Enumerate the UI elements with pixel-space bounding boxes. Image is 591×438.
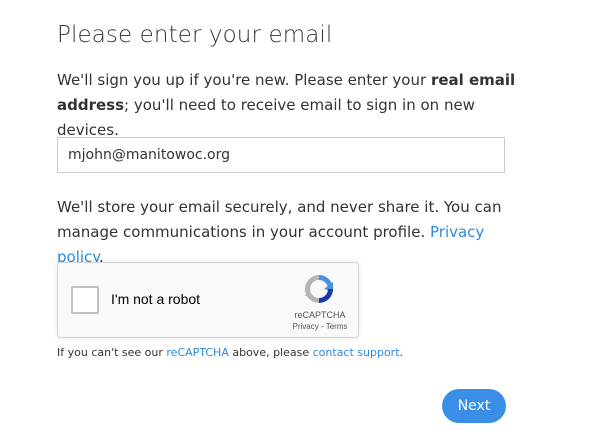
recaptcha-checkbox[interactable] (71, 286, 99, 314)
recaptcha-help-link[interactable]: reCAPTCHA (166, 346, 228, 359)
email-signup-page: Please enter your email We'll sign you u… (0, 0, 591, 438)
next-button[interactable]: Next (442, 389, 506, 423)
recaptcha-links-separator: - (318, 322, 326, 331)
captcha-help-part2: above, please (228, 346, 313, 359)
recaptcha-widget: I'm not a robot reCAPTCHA Privacy - Term… (57, 262, 359, 338)
contact-support-link[interactable]: contact support (313, 346, 400, 359)
captcha-help-text: If you can't see our reCAPTCHA above, pl… (57, 346, 403, 359)
captcha-help-part1: If you can't see our (57, 346, 167, 359)
recaptcha-brand: reCAPTCHA (294, 310, 346, 320)
email-field[interactable] (57, 137, 505, 173)
recaptcha-logo-icon (305, 275, 333, 303)
intro-text-part1: We'll sign you up if you're new. Please … (57, 71, 431, 89)
recaptcha-privacy-link[interactable]: Privacy (293, 322, 319, 331)
storage-notice: We'll store your email securely, and nev… (57, 195, 517, 270)
recaptcha-terms-link[interactable]: Terms (326, 322, 348, 331)
captcha-help-end: . (399, 346, 404, 359)
recaptcha-links: Privacy - Terms (282, 322, 358, 331)
intro-text: We'll sign you up if you're new. Please … (57, 68, 517, 143)
recaptcha-label: I'm not a robot (111, 291, 201, 307)
page-title: Please enter your email (57, 22, 333, 48)
